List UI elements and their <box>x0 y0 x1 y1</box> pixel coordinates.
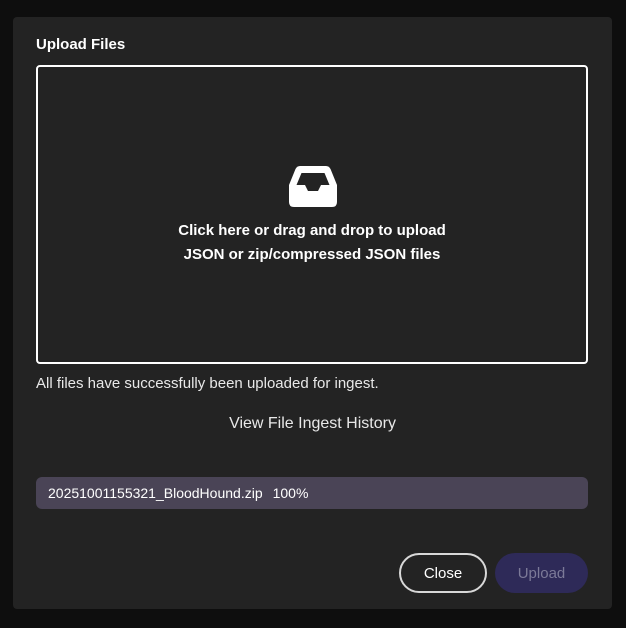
file-name: 20251001155321_BloodHound.zip <box>48 485 263 501</box>
upload-files-dialog: Upload Files Click here or drag and drop… <box>13 17 612 609</box>
upload-status-message: All files have successfully been uploade… <box>36 375 379 392</box>
view-ingest-history-link[interactable]: View File Ingest History <box>13 415 612 433</box>
close-button[interactable]: Close <box>399 553 487 593</box>
dropzone-instruction: Click here or drag and drop to upload <box>178 222 446 239</box>
dialog-title: Upload Files <box>36 36 126 53</box>
file-dropzone[interactable]: Click here or drag and drop to upload JS… <box>36 65 588 364</box>
uploaded-file-row: 20251001155321_BloodHound.zip 100% <box>36 477 588 509</box>
upload-button[interactable]: Upload <box>495 553 588 593</box>
file-progress: 100% <box>272 485 309 501</box>
inbox-tray-icon <box>289 166 337 207</box>
dropzone-file-types: JSON or zip/compressed JSON files <box>183 246 441 263</box>
